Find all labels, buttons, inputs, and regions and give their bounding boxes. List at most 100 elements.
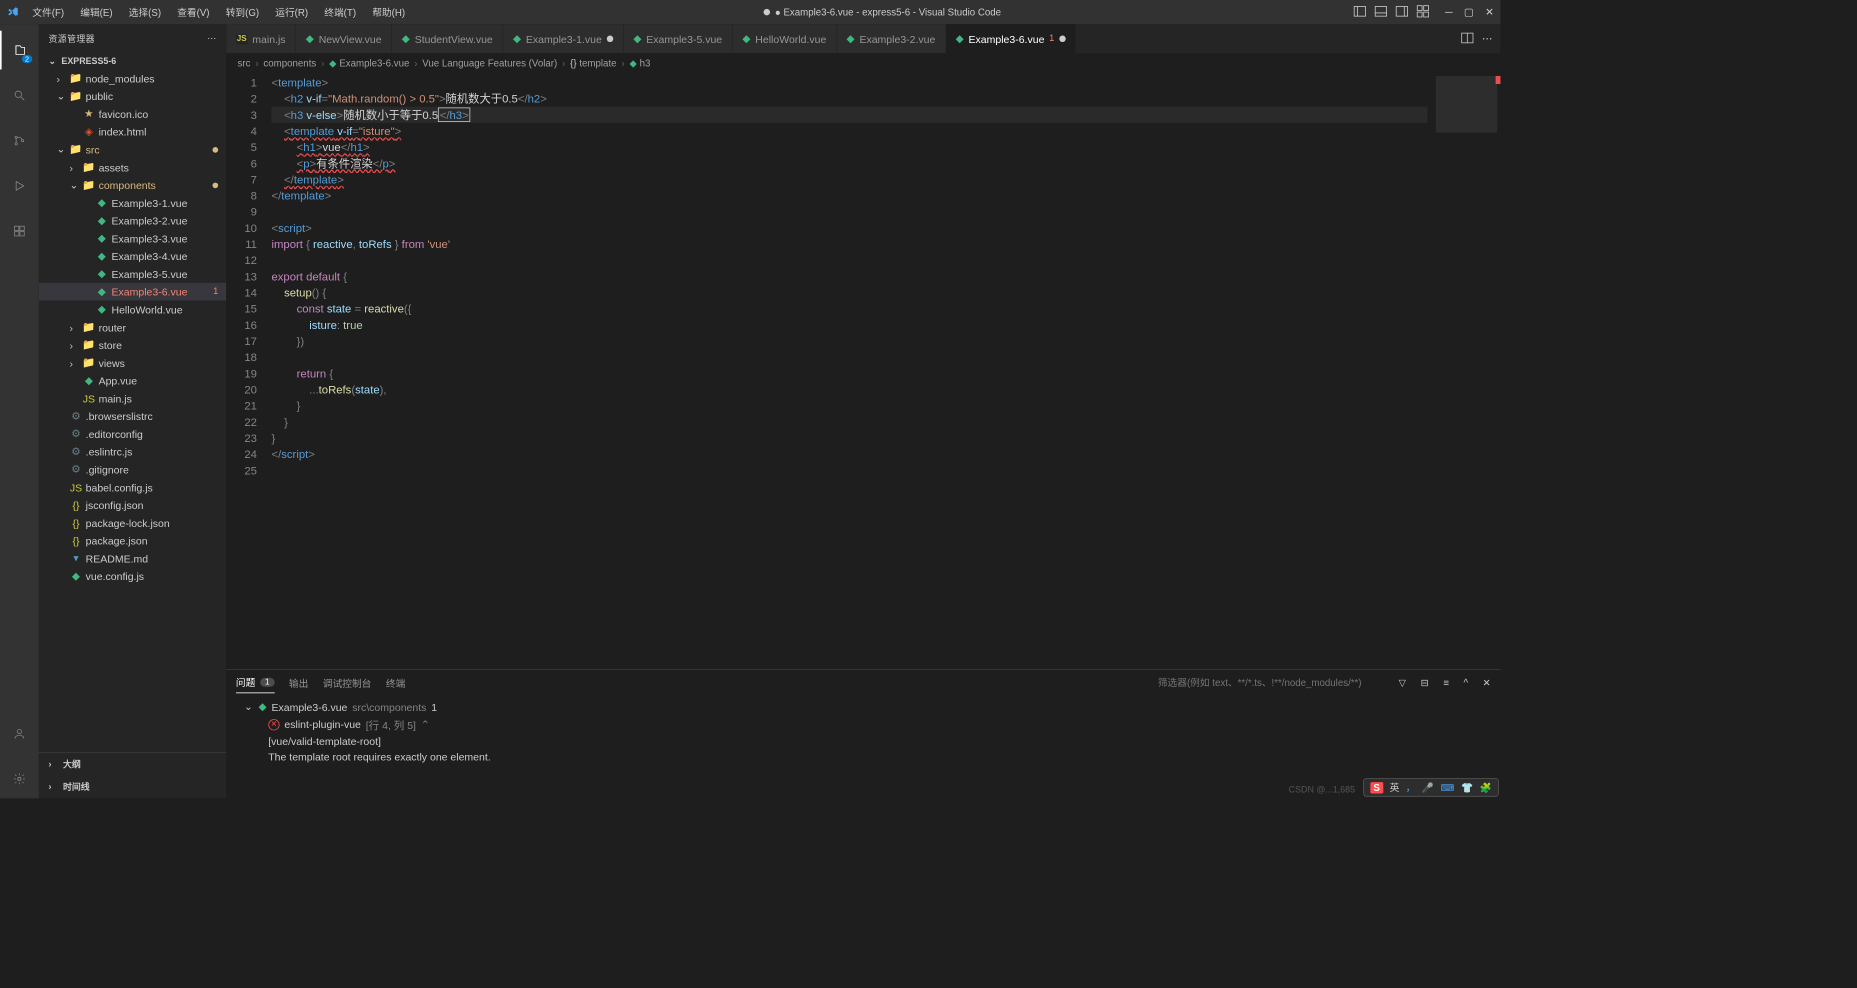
panel-left-icon[interactable] — [1353, 4, 1366, 19]
file-item[interactable]: ◆Example3-6.vue1 — [39, 283, 226, 301]
editor-tab[interactable]: ◆NewView.vue — [296, 24, 392, 53]
folder-item[interactable]: ›📁router — [39, 318, 226, 336]
folder-item[interactable]: ›📁store — [39, 336, 226, 354]
file-item[interactable]: ⚙.eslintrc.js — [39, 443, 226, 461]
code-editor[interactable]: 1234567891011121314151617181920212223242… — [226, 73, 1500, 669]
editor-tab[interactable]: ◆Example3-6.vue1 — [946, 24, 1076, 53]
outline-section[interactable]: ›大纲 — [39, 753, 226, 776]
file-item[interactable]: {}package.json — [39, 532, 226, 550]
activity-bar: 2 — [0, 24, 39, 798]
extensions-icon[interactable] — [0, 212, 39, 251]
timeline-section[interactable]: ›时间线 — [39, 776, 226, 799]
folder-item[interactable]: ⌄📁public — [39, 87, 226, 105]
collapse-icon[interactable]: ⊟ — [1421, 677, 1429, 688]
file-item[interactable]: JSbabel.config.js — [39, 478, 226, 496]
problem-file-row[interactable]: ⌄ ◆ Example3-6.vue src\components 1 — [236, 699, 1491, 715]
bottom-panel: 问题 1 输出 调试控制台 终端 ▽ ⊟ ≡ ^ ✕ ⌄ ◆ Example3-… — [226, 669, 1500, 798]
sogou-icon: S — [1370, 782, 1383, 793]
file-item[interactable]: ◆Example3-2.vue — [39, 212, 226, 230]
filter-icon[interactable]: ▽ — [1399, 677, 1406, 688]
sidebar-header: 资源管理器 ⋯ — [39, 24, 226, 52]
menu-item[interactable]: 查看(V) — [171, 2, 216, 22]
breadcrumb-item[interactable]: src — [238, 57, 251, 68]
project-section[interactable]: ⌄ EXPRESS5-6 — [39, 53, 226, 70]
explorer-badge: 2 — [22, 55, 33, 63]
customize-layout-icon[interactable] — [1416, 4, 1429, 19]
file-item[interactable]: ◆Example3-3.vue — [39, 229, 226, 247]
breadcrumb-item[interactable]: ◆ h3 — [629, 57, 650, 68]
file-item[interactable]: JSmain.js — [39, 389, 226, 407]
menu-item[interactable]: 选择(S) — [122, 2, 167, 22]
project-name: EXPRESS5-6 — [61, 56, 116, 66]
menu-item[interactable]: 编辑(E) — [74, 2, 119, 22]
menu-item[interactable]: 帮助(H) — [366, 2, 412, 22]
editor-tab[interactable]: JSmain.js — [226, 24, 296, 53]
split-editor-icon[interactable] — [1461, 31, 1474, 46]
menu-item[interactable]: 转到(G) — [219, 2, 265, 22]
source-control-icon[interactable] — [0, 121, 39, 160]
folder-item[interactable]: ⌄📁components — [39, 176, 226, 194]
file-item[interactable]: ◆Example3-1.vue — [39, 194, 226, 212]
breadcrumb[interactable]: src›components›◆ Example3-6.vue›Vue Lang… — [226, 53, 1500, 72]
file-item[interactable]: {}package-lock.json — [39, 514, 226, 532]
debug-console-tab[interactable]: 调试控制台 — [323, 673, 371, 693]
editor-tab[interactable]: ◆Example3-2.vue — [837, 24, 946, 53]
minimize-icon[interactable]: ─ — [1445, 6, 1452, 19]
file-item[interactable]: ◆Example3-5.vue — [39, 265, 226, 283]
folder-item[interactable]: ›📁node_modules — [39, 69, 226, 87]
file-item[interactable]: ◈index.html — [39, 123, 226, 141]
chevron-down-icon: ⌄ — [48, 56, 58, 67]
file-item[interactable]: ▾README.md — [39, 549, 226, 567]
breadcrumb-item[interactable]: Vue Language Features (Volar) — [422, 57, 557, 68]
file-item[interactable]: {}jsconfig.json — [39, 496, 226, 514]
editor-tab[interactable]: ◆Example3-1.vue — [503, 24, 623, 53]
file-item[interactable]: ⚙.gitignore — [39, 461, 226, 479]
breadcrumb-item[interactable]: ◆ Example3-6.vue — [329, 57, 409, 68]
problem-item[interactable]: ✕ eslint-plugin-vue [行 4, 列 5] ⌃ — [236, 715, 1491, 734]
close-icon[interactable]: ✕ — [1485, 6, 1494, 19]
code-content[interactable]: <template> <h2 v-if="Math.random() > 0.5… — [271, 73, 1427, 669]
file-item[interactable]: ◆vue.config.js — [39, 567, 226, 585]
filter-input[interactable] — [1158, 677, 1384, 688]
problems-list: ⌄ ◆ Example3-6.vue src\components 1 ✕ es… — [226, 696, 1500, 799]
editor-tab[interactable]: ◆HelloWorld.vue — [733, 24, 837, 53]
run-debug-icon[interactable] — [0, 166, 39, 205]
maximize-icon[interactable]: ▢ — [1464, 6, 1474, 19]
file-item[interactable]: ★favicon.ico — [39, 105, 226, 123]
file-item[interactable]: ◆Example3-4.vue — [39, 247, 226, 265]
minimap[interactable] — [1428, 73, 1501, 669]
panel-tabs: 问题 1 输出 调试控制台 终端 ▽ ⊟ ≡ ^ ✕ — [226, 670, 1500, 696]
account-icon[interactable] — [0, 714, 39, 753]
editor-tab[interactable]: ◆StudentView.vue — [392, 24, 503, 53]
menu-item[interactable]: 终端(T) — [318, 2, 363, 22]
ime-bar[interactable]: S 英 ，🎤⌨👕🧩 — [1363, 778, 1499, 797]
problems-tab[interactable]: 问题 1 — [236, 672, 274, 693]
breadcrumb-item[interactable]: {} template — [570, 57, 616, 68]
panel-bottom-icon[interactable] — [1374, 4, 1387, 19]
breadcrumb-item[interactable]: components — [263, 57, 316, 68]
folder-item[interactable]: ›📁assets — [39, 158, 226, 176]
editor-tab[interactable]: ◆Example3-5.vue — [624, 24, 733, 53]
folder-item[interactable]: ⌄📁src — [39, 141, 226, 159]
file-item[interactable]: ◆App.vue — [39, 372, 226, 390]
search-icon[interactable] — [0, 76, 39, 115]
folder-item[interactable]: ›📁views — [39, 354, 226, 372]
menu-item[interactable]: 运行(R) — [269, 2, 315, 22]
maximize-panel-icon[interactable]: ^ — [1464, 677, 1469, 688]
ime-lang: 英 — [1390, 781, 1400, 795]
more-icon[interactable]: ⋯ — [207, 33, 216, 44]
file-item[interactable]: ◆HelloWorld.vue — [39, 301, 226, 319]
close-panel-icon[interactable]: ✕ — [1483, 677, 1491, 688]
settings-gear-icon[interactable] — [0, 760, 39, 799]
view-mode-icon[interactable]: ≡ — [1443, 677, 1449, 688]
file-tree: ›📁node_modules⌄📁public★favicon.ico◈index… — [39, 69, 226, 752]
more-actions-icon[interactable]: ⋯ — [1482, 32, 1493, 45]
file-item[interactable]: ⚙.editorconfig — [39, 425, 226, 443]
file-item[interactable]: ⚙.browserslistrc — [39, 407, 226, 425]
explorer-sidebar: 资源管理器 ⋯ ⌄ EXPRESS5-6 ›📁node_modules⌄📁pub… — [39, 24, 226, 798]
menu-item[interactable]: 文件(F) — [26, 2, 71, 22]
output-tab[interactable]: 输出 — [289, 673, 308, 693]
terminal-tab[interactable]: 终端 — [386, 673, 405, 693]
panel-right-icon[interactable] — [1395, 4, 1408, 19]
explorer-icon[interactable]: 2 — [0, 31, 39, 70]
